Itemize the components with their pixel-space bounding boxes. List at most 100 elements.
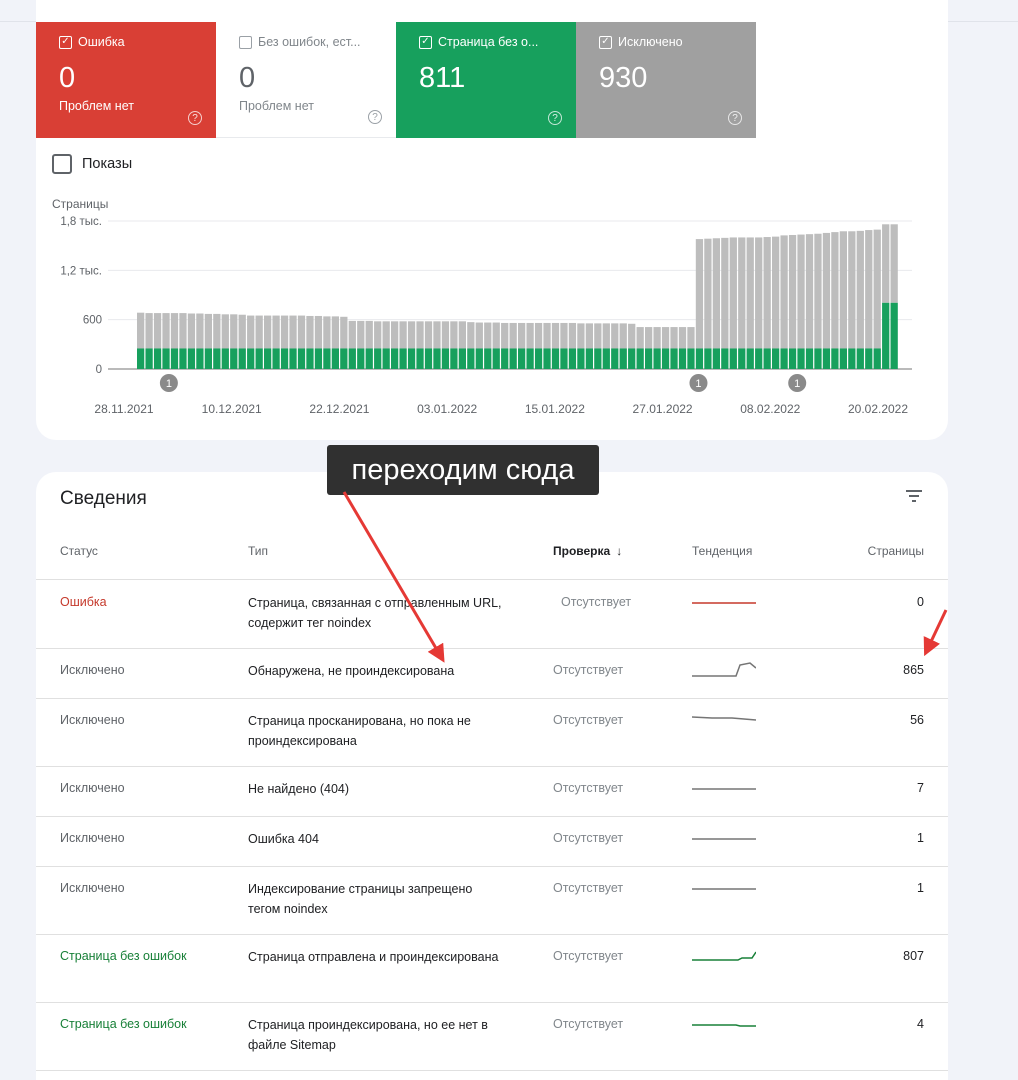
filter-icon[interactable] bbox=[904, 486, 924, 506]
bar-excluded bbox=[670, 327, 678, 349]
bar-excluded bbox=[272, 315, 280, 349]
table-row[interactable]: Исключено Ошибка 404 Отсутствует 1 bbox=[36, 817, 948, 867]
row-check: Отсутствует bbox=[553, 1017, 624, 1031]
bar-valid bbox=[577, 348, 585, 369]
bar-valid bbox=[772, 348, 780, 369]
bar-excluded bbox=[865, 230, 873, 349]
bar-valid bbox=[331, 348, 339, 369]
impressions-toggle[interactable]: Показы bbox=[52, 154, 132, 174]
annotation-marker-label: 1 bbox=[695, 378, 701, 390]
x-tick-label: 10.12.2021 bbox=[202, 402, 262, 416]
col-check[interactable]: Проверка ↓ bbox=[553, 544, 622, 558]
y-tick-label: 600 bbox=[83, 315, 102, 327]
y-axis-title: Страницы bbox=[52, 197, 108, 211]
bar-valid bbox=[856, 348, 864, 369]
bar-excluded bbox=[721, 237, 729, 349]
bar-valid bbox=[882, 302, 890, 369]
tile-excluded[interactable]: ✓ Исключено 930 ? bbox=[576, 22, 756, 138]
bar-valid bbox=[543, 348, 551, 369]
tile-label: Ошибка bbox=[78, 35, 125, 49]
impressions-label: Показы bbox=[82, 156, 133, 172]
row-status: Исключено bbox=[60, 881, 125, 895]
bar-excluded bbox=[306, 315, 314, 349]
bar-excluded bbox=[331, 316, 339, 349]
trend-sparkline bbox=[692, 716, 756, 721]
table-row[interactable]: Исключено Не найдено (404) Отсутствует 7 bbox=[36, 767, 948, 817]
row-check: Отсутствует bbox=[553, 663, 624, 677]
bar-valid bbox=[839, 348, 847, 369]
bar-excluded bbox=[551, 322, 560, 349]
row-pages: 1 bbox=[917, 831, 924, 845]
callout-label: переходим сюда bbox=[327, 445, 599, 495]
bar-excluded bbox=[602, 323, 610, 349]
tile-value: 930 bbox=[599, 62, 648, 94]
bar-excluded bbox=[492, 322, 500, 349]
bar-excluded bbox=[424, 321, 433, 349]
bar-excluded bbox=[458, 321, 466, 349]
table-row[interactable]: Страница без ошибок Страница проиндексиро… bbox=[36, 1003, 948, 1071]
bar-excluded bbox=[822, 232, 831, 349]
row-type: Ошибка 404 bbox=[248, 832, 319, 846]
row-check: Отсутствует bbox=[553, 713, 624, 727]
col-status[interactable]: Статус bbox=[60, 544, 98, 558]
help-icon[interactable]: ? bbox=[368, 110, 382, 124]
bar-valid bbox=[661, 348, 670, 369]
bar-valid bbox=[424, 348, 433, 369]
row-pages: 56 bbox=[910, 713, 924, 727]
row-type: Страница просканирована, но пока не прои… bbox=[248, 714, 471, 748]
table-row[interactable]: Исключено Индексирование страницы запреще… bbox=[36, 867, 948, 935]
bar-valid bbox=[594, 348, 602, 369]
tile-warnings[interactable]: Без ошибок, ест... 0 Проблем нет ? bbox=[216, 22, 396, 138]
bar-excluded bbox=[755, 237, 763, 349]
bar-excluded bbox=[518, 322, 526, 349]
bar-valid bbox=[746, 348, 754, 369]
bar-valid bbox=[204, 348, 212, 369]
bar-excluded bbox=[484, 322, 492, 349]
bar-excluded bbox=[137, 312, 145, 349]
col-pages[interactable]: Страницы bbox=[868, 544, 924, 558]
bar-valid bbox=[264, 348, 272, 369]
bar-excluded bbox=[890, 224, 898, 303]
bar-valid bbox=[831, 348, 839, 369]
bar-valid bbox=[628, 348, 636, 369]
table-row[interactable]: Ошибка Страница, связанная с отправленным… bbox=[36, 581, 948, 649]
bar-valid bbox=[492, 348, 500, 369]
bar-valid bbox=[230, 348, 238, 369]
bar-excluded bbox=[746, 237, 754, 349]
row-type: Не найдено (404) bbox=[248, 782, 350, 796]
bar-valid bbox=[314, 348, 323, 369]
bar-excluded bbox=[534, 322, 543, 349]
bar-valid bbox=[407, 348, 416, 369]
bar-excluded bbox=[204, 313, 212, 349]
col-trend[interactable]: Тенденция bbox=[692, 544, 752, 558]
table-row[interactable]: Исключено Обнаружена, не проиндексирована… bbox=[36, 649, 948, 699]
tile-valid[interactable]: ✓ Страница без о... 811 ? bbox=[396, 22, 576, 138]
pages-chart: Страницы1,8 тыс.1,2 тыс.600028.11.2021 10… bbox=[52, 197, 912, 416]
bar-excluded bbox=[162, 313, 170, 349]
bar-excluded bbox=[856, 230, 864, 349]
row-type: Обнаружена, не проиндексирована bbox=[248, 664, 455, 678]
x-tick-label: 28.11.2021 bbox=[94, 402, 153, 416]
trend-sparkline bbox=[692, 788, 756, 790]
bar-excluded bbox=[848, 231, 856, 349]
row-check: Отсутствует bbox=[553, 881, 624, 895]
table-row[interactable]: Исключено Страница просканирована, но пок… bbox=[36, 699, 948, 767]
help-icon[interactable]: ? bbox=[728, 111, 742, 125]
bar-excluded bbox=[636, 327, 644, 349]
bar-valid bbox=[213, 348, 221, 369]
help-icon[interactable]: ? bbox=[188, 111, 202, 125]
bar-valid bbox=[805, 348, 814, 369]
bar-excluded bbox=[365, 320, 373, 349]
tile-error[interactable]: ✓ Ошибка 0 Проблем нет ? bbox=[36, 22, 216, 138]
bar-excluded bbox=[213, 313, 221, 349]
bar-valid bbox=[179, 348, 187, 369]
bar-excluded bbox=[145, 313, 153, 349]
bar-valid bbox=[670, 348, 678, 369]
bar-valid bbox=[399, 348, 407, 369]
help-icon[interactable]: ? bbox=[548, 111, 562, 125]
bar-excluded bbox=[374, 321, 382, 349]
col-type[interactable]: Тип bbox=[248, 544, 268, 558]
bar-excluded bbox=[280, 315, 289, 349]
table-row[interactable]: Страница без ошибок Страница отправлена и… bbox=[36, 935, 948, 1003]
x-tick-label: 15.01.2022 bbox=[525, 402, 585, 416]
